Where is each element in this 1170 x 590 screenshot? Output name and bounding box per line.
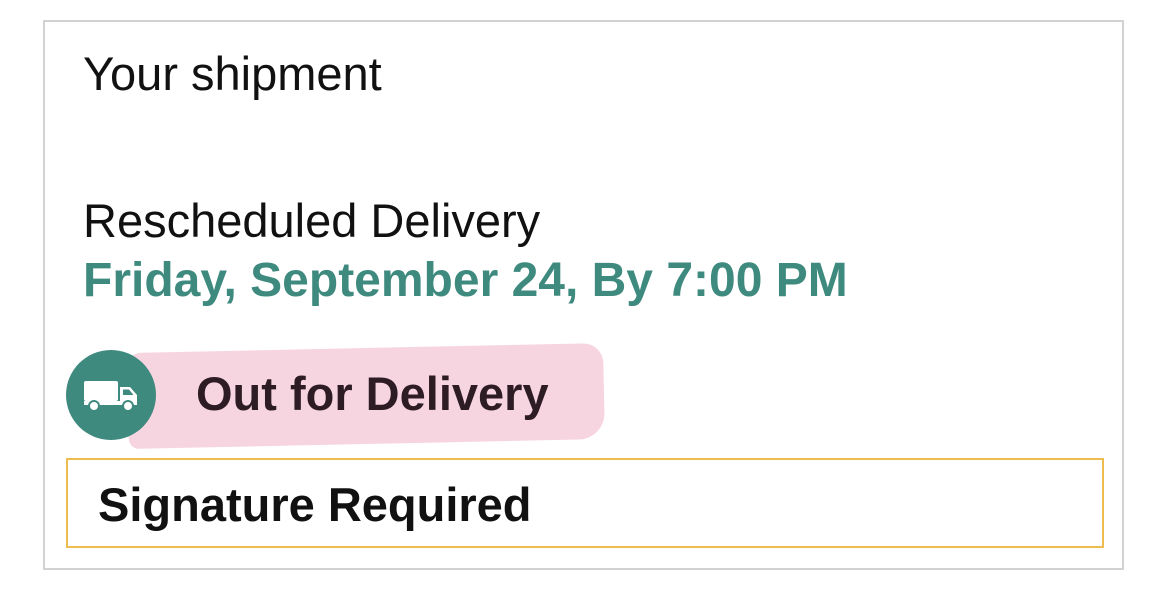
signature-required-notice: Signature Required bbox=[66, 458, 1104, 548]
shipment-title: Your shipment bbox=[83, 47, 382, 100]
delivery-status: Out for Delivery bbox=[196, 367, 549, 420]
signature-required-text: Signature Required bbox=[98, 478, 532, 531]
rescheduled-delivery-label: Rescheduled Delivery bbox=[83, 194, 541, 247]
truck-icon bbox=[66, 350, 156, 440]
rescheduled-delivery-date: Friday, September 24, By 7:00 PM bbox=[83, 254, 848, 307]
